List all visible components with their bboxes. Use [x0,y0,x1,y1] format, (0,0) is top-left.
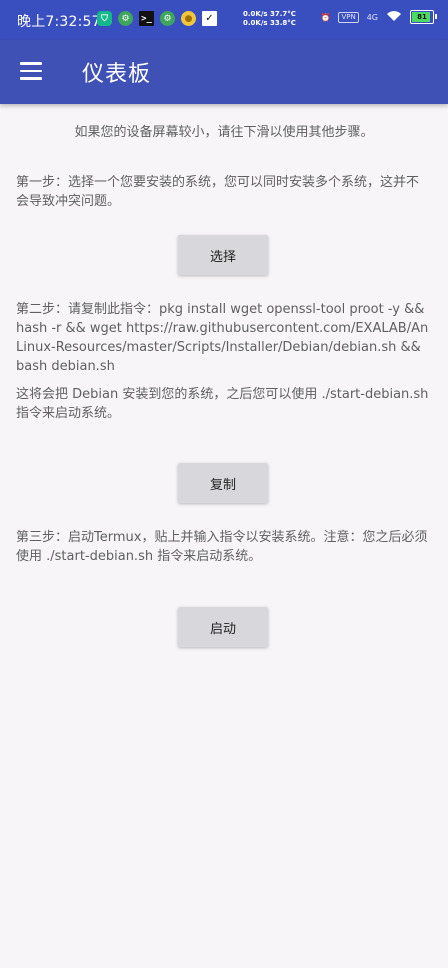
page-title: 仪表板 [82,62,152,87]
settings-gear-icon: ⚙ [118,11,133,26]
wifi-icon [386,10,402,24]
status-bar: 晚上7:32:57 ⛉ ⚙ >_ ⚙ ● ✓ 0.0K/s 37.7°C 0.0… [0,0,448,40]
speed-down-text: 0.0K/s 33.8°C [243,19,296,27]
check-app-icon: ✓ [202,11,217,26]
step-three-text: 第三步：启动Termux，贴上并输入指令以安装系统。注意：您之后必须使用 ./s… [16,530,428,564]
settings-gear-icon: ⚙ [160,11,175,26]
network-speed: 0.0K/s 37.7°C 0.0K/s 33.8°C [243,10,296,28]
signal-icon: 4G [366,12,378,22]
speed-up-text: 0.0K/s 37.7°C [243,10,296,18]
alarm-icon: ⏰ [320,12,331,22]
launch-button[interactable]: 启动 [178,607,268,647]
vpn-icon: VPN [338,11,359,23]
screen-size-hint: 如果您的设备屏幕较小，请往下滑以使用其他步骤。 [74,125,374,140]
yellow-app-icon: ● [181,11,196,26]
shield-app-icon: ⛉ [97,11,112,26]
install-note-text: 这将会把 Debian 安装到您的系统，之后您可以使用 ./start-debi… [16,387,429,421]
status-right-icons: ⏰ VPN 4G 81 [320,10,437,24]
copy-button[interactable]: 复制 [178,463,268,503]
terminal-icon: >_ [139,11,154,26]
battery-level: 81 [417,13,427,21]
app-bar: 仪表板 [0,40,448,104]
step-two-text: 第二步：请复制此指令：pkg install wget openssl-tool… [16,302,429,374]
step-one-text: 第一步：选择一个您要安装的系统，您可以同时安装多个系统，这并不会导致冲突问题。 [16,175,420,209]
notification-icons: ⛉ ⚙ >_ ⚙ ● ✓ [97,11,217,26]
battery-icon: 81 [410,10,437,24]
select-button[interactable]: 选择 [178,235,268,275]
menu-icon[interactable] [20,62,42,80]
status-time: 晚上7:32:57 [17,14,101,30]
